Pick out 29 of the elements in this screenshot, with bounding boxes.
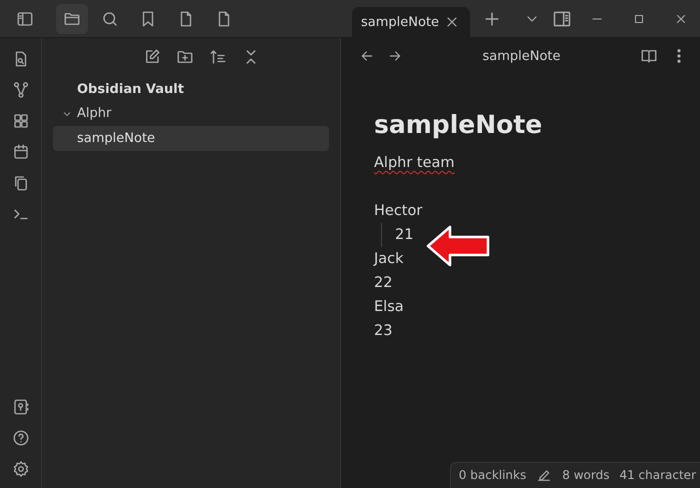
note-line: Elsa	[374, 298, 405, 317]
backlinks-count[interactable]: 0 backlinks	[458, 468, 526, 482]
calendar-icon[interactable]	[12, 143, 30, 161]
grid-icon[interactable]	[12, 112, 30, 130]
note-line: Alphr team	[374, 154, 456, 173]
arrow-icon	[426, 225, 492, 267]
note-line: 21	[395, 226, 414, 245]
word-count: 8 words	[562, 468, 610, 482]
sort-icon[interactable]	[208, 48, 226, 66]
sidebar-toggle-icon[interactable]	[16, 10, 34, 28]
search-icon[interactable]	[101, 10, 119, 28]
character-count: 41 character	[619, 468, 696, 482]
reading-view-icon[interactable]	[640, 47, 658, 65]
right-sidebar-icon[interactable]	[552, 8, 572, 28]
help-icon[interactable]	[12, 429, 30, 447]
graph-icon[interactable]	[12, 81, 30, 99]
note-line: Hector	[374, 202, 424, 221]
settings-icon[interactable]	[12, 460, 30, 478]
note-line: 23	[374, 322, 394, 341]
file-item[interactable]: sampleNote	[53, 126, 329, 151]
note-header-title: sampleNote	[481, 48, 562, 64]
vault-icon[interactable]	[12, 398, 30, 416]
note-title: sampleNote	[374, 110, 544, 139]
new-folder-icon[interactable]	[176, 48, 194, 66]
note-tab[interactable]: sampleNote	[352, 7, 470, 37]
folder-item[interactable]: Alphr	[53, 101, 329, 126]
note-line: 22	[374, 274, 394, 293]
vault-name: Obsidian Vault	[76, 81, 185, 99]
note-line: Jack	[374, 250, 405, 269]
